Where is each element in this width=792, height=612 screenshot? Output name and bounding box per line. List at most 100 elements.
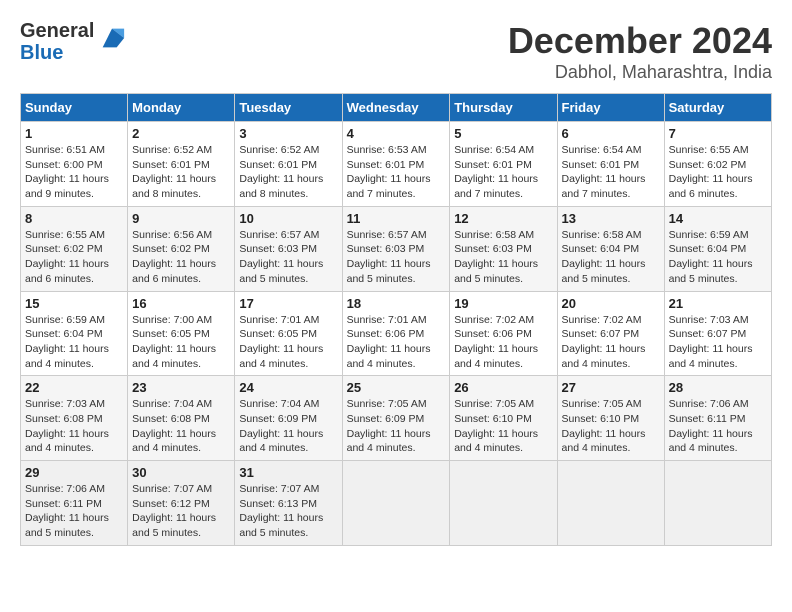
day-detail: Sunrise: 7:06 AM Sunset: 6:11 PM Dayligh… xyxy=(25,482,123,541)
calendar-day-cell: 31 Sunrise: 7:07 AM Sunset: 6:13 PM Dayl… xyxy=(235,461,342,546)
calendar-day-cell: 7 Sunrise: 6:55 AM Sunset: 6:02 PM Dayli… xyxy=(664,122,771,207)
weekday-header: Wednesday xyxy=(342,94,450,122)
day-number: 10 xyxy=(239,211,337,226)
day-detail: Sunrise: 6:54 AM Sunset: 6:01 PM Dayligh… xyxy=(454,143,552,202)
day-number: 13 xyxy=(562,211,660,226)
day-number: 12 xyxy=(454,211,552,226)
calendar-day-cell: 17 Sunrise: 7:01 AM Sunset: 6:05 PM Dayl… xyxy=(235,291,342,376)
calendar-day-cell xyxy=(342,461,450,546)
day-number: 16 xyxy=(132,296,230,311)
day-detail: Sunrise: 7:00 AM Sunset: 6:05 PM Dayligh… xyxy=(132,313,230,372)
calendar-day-cell: 26 Sunrise: 7:05 AM Sunset: 6:10 PM Dayl… xyxy=(450,376,557,461)
day-number: 9 xyxy=(132,211,230,226)
title-area: December 2024 Dabhol, Maharashtra, India xyxy=(508,20,772,83)
calendar-day-cell xyxy=(557,461,664,546)
day-number: 30 xyxy=(132,465,230,480)
day-detail: Sunrise: 6:58 AM Sunset: 6:04 PM Dayligh… xyxy=(562,228,660,287)
day-number: 20 xyxy=(562,296,660,311)
day-detail: Sunrise: 6:59 AM Sunset: 6:04 PM Dayligh… xyxy=(25,313,123,372)
day-number: 1 xyxy=(25,126,123,141)
calendar-day-cell xyxy=(664,461,771,546)
day-detail: Sunrise: 6:54 AM Sunset: 6:01 PM Dayligh… xyxy=(562,143,660,202)
day-number: 5 xyxy=(454,126,552,141)
day-detail: Sunrise: 7:07 AM Sunset: 6:12 PM Dayligh… xyxy=(132,482,230,541)
day-number: 27 xyxy=(562,380,660,395)
day-detail: Sunrise: 7:04 AM Sunset: 6:09 PM Dayligh… xyxy=(239,397,337,456)
calendar-week-row: 29 Sunrise: 7:06 AM Sunset: 6:11 PM Dayl… xyxy=(21,461,772,546)
day-detail: Sunrise: 7:06 AM Sunset: 6:11 PM Dayligh… xyxy=(669,397,767,456)
day-detail: Sunrise: 6:55 AM Sunset: 6:02 PM Dayligh… xyxy=(669,143,767,202)
calendar-day-cell: 3 Sunrise: 6:52 AM Sunset: 6:01 PM Dayli… xyxy=(235,122,342,207)
calendar-day-cell: 6 Sunrise: 6:54 AM Sunset: 6:01 PM Dayli… xyxy=(557,122,664,207)
day-detail: Sunrise: 7:03 AM Sunset: 6:07 PM Dayligh… xyxy=(669,313,767,372)
calendar-day-cell: 5 Sunrise: 6:54 AM Sunset: 6:01 PM Dayli… xyxy=(450,122,557,207)
calendar-table: SundayMondayTuesdayWednesdayThursdayFrid… xyxy=(20,93,772,546)
weekday-header: Saturday xyxy=(664,94,771,122)
weekday-header: Tuesday xyxy=(235,94,342,122)
day-detail: Sunrise: 7:05 AM Sunset: 6:10 PM Dayligh… xyxy=(454,397,552,456)
day-number: 21 xyxy=(669,296,767,311)
day-detail: Sunrise: 7:02 AM Sunset: 6:06 PM Dayligh… xyxy=(454,313,552,372)
calendar-day-cell: 24 Sunrise: 7:04 AM Sunset: 6:09 PM Dayl… xyxy=(235,376,342,461)
calendar-day-cell: 11 Sunrise: 6:57 AM Sunset: 6:03 PM Dayl… xyxy=(342,206,450,291)
day-number: 15 xyxy=(25,296,123,311)
calendar-day-cell: 4 Sunrise: 6:53 AM Sunset: 6:01 PM Dayli… xyxy=(342,122,450,207)
weekday-header: Sunday xyxy=(21,94,128,122)
calendar-week-row: 1 Sunrise: 6:51 AM Sunset: 6:00 PM Dayli… xyxy=(21,122,772,207)
calendar-day-cell: 15 Sunrise: 6:59 AM Sunset: 6:04 PM Dayl… xyxy=(21,291,128,376)
calendar-day-cell: 18 Sunrise: 7:01 AM Sunset: 6:06 PM Dayl… xyxy=(342,291,450,376)
calendar-day-cell: 2 Sunrise: 6:52 AM Sunset: 6:01 PM Dayli… xyxy=(128,122,235,207)
day-detail: Sunrise: 6:57 AM Sunset: 6:03 PM Dayligh… xyxy=(239,228,337,287)
day-detail: Sunrise: 6:56 AM Sunset: 6:02 PM Dayligh… xyxy=(132,228,230,287)
day-detail: Sunrise: 6:52 AM Sunset: 6:01 PM Dayligh… xyxy=(132,143,230,202)
calendar-day-cell: 13 Sunrise: 6:58 AM Sunset: 6:04 PM Dayl… xyxy=(557,206,664,291)
day-detail: Sunrise: 6:55 AM Sunset: 6:02 PM Dayligh… xyxy=(25,228,123,287)
day-number: 14 xyxy=(669,211,767,226)
calendar-week-row: 8 Sunrise: 6:55 AM Sunset: 6:02 PM Dayli… xyxy=(21,206,772,291)
logo-blue: Blue xyxy=(20,42,94,64)
day-detail: Sunrise: 6:52 AM Sunset: 6:01 PM Dayligh… xyxy=(239,143,337,202)
calendar-day-cell: 21 Sunrise: 7:03 AM Sunset: 6:07 PM Dayl… xyxy=(664,291,771,376)
day-number: 6 xyxy=(562,126,660,141)
day-number: 28 xyxy=(669,380,767,395)
day-detail: Sunrise: 6:59 AM Sunset: 6:04 PM Dayligh… xyxy=(669,228,767,287)
day-number: 11 xyxy=(347,211,446,226)
day-number: 3 xyxy=(239,126,337,141)
day-number: 4 xyxy=(347,126,446,141)
calendar-day-cell: 10 Sunrise: 6:57 AM Sunset: 6:03 PM Dayl… xyxy=(235,206,342,291)
day-number: 19 xyxy=(454,296,552,311)
day-detail: Sunrise: 7:07 AM Sunset: 6:13 PM Dayligh… xyxy=(239,482,337,541)
calendar-day-cell: 29 Sunrise: 7:06 AM Sunset: 6:11 PM Dayl… xyxy=(21,461,128,546)
day-number: 18 xyxy=(347,296,446,311)
day-detail: Sunrise: 7:03 AM Sunset: 6:08 PM Dayligh… xyxy=(25,397,123,456)
calendar-week-row: 22 Sunrise: 7:03 AM Sunset: 6:08 PM Dayl… xyxy=(21,376,772,461)
calendar-day-cell: 30 Sunrise: 7:07 AM Sunset: 6:12 PM Dayl… xyxy=(128,461,235,546)
day-detail: Sunrise: 6:51 AM Sunset: 6:00 PM Dayligh… xyxy=(25,143,123,202)
logo-general: General xyxy=(20,20,94,42)
day-number: 29 xyxy=(25,465,123,480)
logo-icon xyxy=(98,24,126,52)
weekday-header: Monday xyxy=(128,94,235,122)
day-detail: Sunrise: 6:53 AM Sunset: 6:01 PM Dayligh… xyxy=(347,143,446,202)
day-number: 2 xyxy=(132,126,230,141)
calendar-day-cell: 14 Sunrise: 6:59 AM Sunset: 6:04 PM Dayl… xyxy=(664,206,771,291)
day-detail: Sunrise: 6:57 AM Sunset: 6:03 PM Dayligh… xyxy=(347,228,446,287)
location-title: Dabhol, Maharashtra, India xyxy=(508,62,772,83)
day-number: 17 xyxy=(239,296,337,311)
day-number: 26 xyxy=(454,380,552,395)
calendar-day-cell: 28 Sunrise: 7:06 AM Sunset: 6:11 PM Dayl… xyxy=(664,376,771,461)
calendar-day-cell: 12 Sunrise: 6:58 AM Sunset: 6:03 PM Dayl… xyxy=(450,206,557,291)
day-number: 24 xyxy=(239,380,337,395)
day-number: 22 xyxy=(25,380,123,395)
day-detail: Sunrise: 6:58 AM Sunset: 6:03 PM Dayligh… xyxy=(454,228,552,287)
day-number: 23 xyxy=(132,380,230,395)
weekday-header: Friday xyxy=(557,94,664,122)
weekday-header: Thursday xyxy=(450,94,557,122)
calendar-day-cell: 25 Sunrise: 7:05 AM Sunset: 6:09 PM Dayl… xyxy=(342,376,450,461)
day-number: 25 xyxy=(347,380,446,395)
day-detail: Sunrise: 7:04 AM Sunset: 6:08 PM Dayligh… xyxy=(132,397,230,456)
calendar-day-cell: 1 Sunrise: 6:51 AM Sunset: 6:00 PM Dayli… xyxy=(21,122,128,207)
calendar-day-cell: 22 Sunrise: 7:03 AM Sunset: 6:08 PM Dayl… xyxy=(21,376,128,461)
day-number: 7 xyxy=(669,126,767,141)
header: General Blue December 2024 Dabhol, Mahar… xyxy=(20,20,772,83)
